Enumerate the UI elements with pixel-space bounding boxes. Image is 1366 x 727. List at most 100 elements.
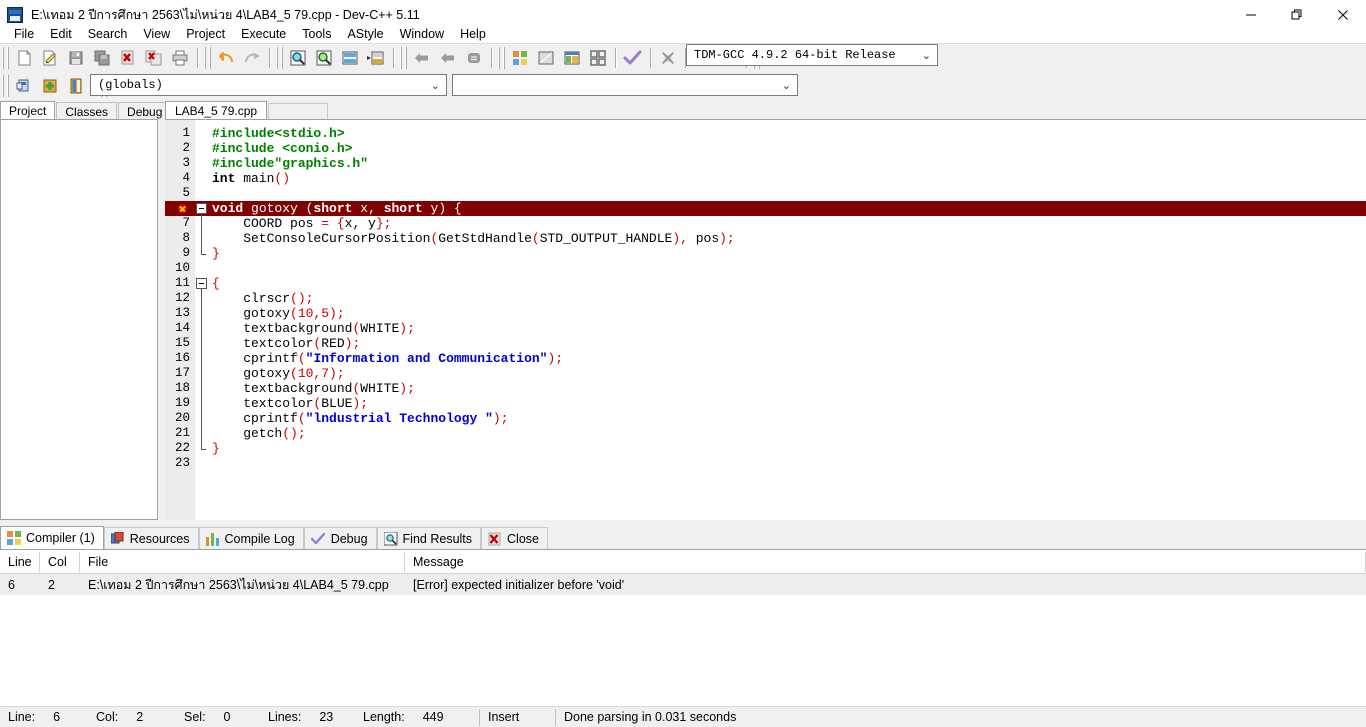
fold-collapse-icon[interactable] <box>196 278 207 289</box>
code-token: GetStdHandle <box>438 231 532 246</box>
compiler-selector-combo[interactable]: TDM-GCC 4.9.2 64-bit Release ⌄ <box>686 44 938 66</box>
menu-help[interactable]: Help <box>452 25 494 43</box>
tab-project[interactable]: Project <box>0 101 56 120</box>
stop-execution-icon[interactable] <box>655 46 681 70</box>
back-icon[interactable] <box>409 46 435 70</box>
code-line[interactable]: SetConsoleCursorPosition(GetStdHandle(ST… <box>209 231 1366 246</box>
column-header-line[interactable]: Line <box>0 550 40 574</box>
status-insert-mode[interactable]: Insert <box>480 707 556 727</box>
replace-icon[interactable] <box>311 46 337 70</box>
code-line[interactable]: { <box>209 276 1366 291</box>
menu-astyle[interactable]: AStyle <box>339 25 391 43</box>
code-line[interactable]: #include <stdio.h> <box>209 126 1366 141</box>
goto-line-icon[interactable] <box>337 46 363 70</box>
code-line[interactable]: } <box>209 246 1366 261</box>
column-header-message[interactable]: Message <box>405 550 1366 574</box>
toolbar-grip[interactable] <box>400 46 407 69</box>
code-line[interactable] <box>209 261 1366 276</box>
code-line[interactable]: textcolor(RED); <box>209 336 1366 351</box>
column-header-col[interactable]: Col <box>40 550 80 574</box>
new-file-icon[interactable] <box>11 46 37 70</box>
code-line[interactable]: gotoxy (10,7); <box>209 366 1366 381</box>
code-line[interactable]: textcolor(BLUE); <box>209 396 1366 411</box>
tab-compile-log[interactable]: Compile Log <box>198 527 304 549</box>
code-line[interactable]: textbackground(WHITE); <box>209 381 1366 396</box>
code-line[interactable] <box>209 186 1366 201</box>
class-member-combo[interactable]: ⌄ <box>452 74 798 96</box>
tab-debug[interactable]: Debug <box>118 102 172 120</box>
tab-close-panel[interactable]: Close <box>481 527 548 549</box>
add-member-icon[interactable] <box>37 74 63 98</box>
toolbar-grip[interactable] <box>498 46 505 69</box>
code-line[interactable]: #include"graphics.h" <box>209 156 1366 171</box>
code-token: cprintf <box>212 351 298 366</box>
rebuild-all-icon[interactable] <box>585 46 611 70</box>
code-line[interactable]: getch (); <box>209 426 1366 441</box>
close-all-icon[interactable] <box>141 46 167 70</box>
open-file-icon[interactable] <box>37 46 63 70</box>
goto-function-icon[interactable] <box>363 46 389 70</box>
menu-window[interactable]: Window <box>392 25 452 43</box>
code-line[interactable]: #include <conio.h> <box>209 141 1366 156</box>
undo-icon[interactable] <box>213 46 239 70</box>
table-row[interactable]: 6 2 E:\เทอม 2 ปีการศึกษา 2563\ไม่\หน่วย … <box>0 574 1366 595</box>
column-header-file[interactable]: File <box>80 550 405 574</box>
code-line[interactable]: clrscr (); <box>209 291 1366 306</box>
tab-find-results[interactable]: Find Results <box>376 527 482 549</box>
error-marker-icon[interactable] <box>177 203 188 214</box>
editor-tab-lab4-5-79[interactable]: LAB4_5 79.cpp <box>165 101 268 120</box>
line-number: 23 <box>165 456 195 471</box>
code-line[interactable]: int main() <box>209 171 1366 186</box>
globals-scope-combo[interactable]: (globals) ⌄ <box>90 74 447 96</box>
print-icon[interactable] <box>167 46 193 70</box>
tab-classes[interactable]: Classes <box>56 102 118 120</box>
tab-compiler[interactable]: Compiler (1) <box>0 526 104 549</box>
run-icon[interactable] <box>533 46 559 70</box>
code-line[interactable] <box>209 456 1366 471</box>
code-folding-gutter[interactable] <box>195 120 209 520</box>
code-token: { <box>336 216 345 231</box>
project-view-icon[interactable] <box>63 74 89 98</box>
code-line[interactable]: cprintf("Information and Communication")… <box>209 351 1366 366</box>
find-icon[interactable] <box>285 46 311 70</box>
new-class-icon[interactable] <box>11 74 37 98</box>
close-file-icon[interactable] <box>115 46 141 70</box>
toolbar-grip[interactable] <box>2 46 9 69</box>
redo-icon[interactable] <box>239 46 265 70</box>
line-number: 3 <box>165 156 195 171</box>
save-icon[interactable] <box>63 46 89 70</box>
save-all-icon[interactable] <box>89 46 115 70</box>
toolbar-grip[interactable] <box>204 46 211 69</box>
menu-file[interactable]: File <box>6 25 42 43</box>
menu-project[interactable]: Project <box>178 25 233 43</box>
menu-view[interactable]: View <box>135 25 178 43</box>
code-line[interactable]: textbackground(WHITE); <box>209 321 1366 336</box>
menu-tools[interactable]: Tools <box>294 25 339 43</box>
project-tree-panel[interactable] <box>0 119 158 520</box>
code-line-error[interactable]: void gotoxy (short x, short y) { <box>165 201 1366 216</box>
debug-icon[interactable] <box>620 46 646 70</box>
menu-search[interactable]: Search <box>80 25 136 43</box>
code-text-area[interactable]: #include <stdio.h> #include <conio.h> #incl… <box>165 120 1366 520</box>
menu-execute[interactable]: Execute <box>233 25 294 43</box>
line-number: 8 <box>165 231 195 246</box>
toolbar-grip[interactable] <box>276 46 283 69</box>
code-token: = <box>321 216 330 231</box>
tab-debug-panel[interactable]: Debug <box>303 527 377 549</box>
fold-collapse-icon[interactable] <box>196 203 207 214</box>
code-editor[interactable]: #include <stdio.h> #include <conio.h> #incl… <box>165 119 1366 520</box>
compile-and-run-icon[interactable] <box>559 46 585 70</box>
forward-icon[interactable] <box>435 46 461 70</box>
code-token: "lndustrial Technology " <box>305 411 493 426</box>
compile-icon[interactable] <box>507 46 533 70</box>
code-token: ( <box>352 321 361 336</box>
code-token: ); <box>399 321 415 336</box>
code-line[interactable]: gotoxy (10,5); <box>209 306 1366 321</box>
toolbar-grip[interactable] <box>2 74 9 97</box>
menu-edit[interactable]: Edit <box>42 25 80 43</box>
code-line[interactable]: COORD pos = {x, y}; <box>209 216 1366 231</box>
code-line[interactable]: cprintf("lndustrial Technology "); <box>209 411 1366 426</box>
toggle-bookmark-icon[interactable] <box>461 46 487 70</box>
tab-resources[interactable]: Resources <box>103 527 199 549</box>
code-line[interactable]: } <box>209 441 1366 456</box>
